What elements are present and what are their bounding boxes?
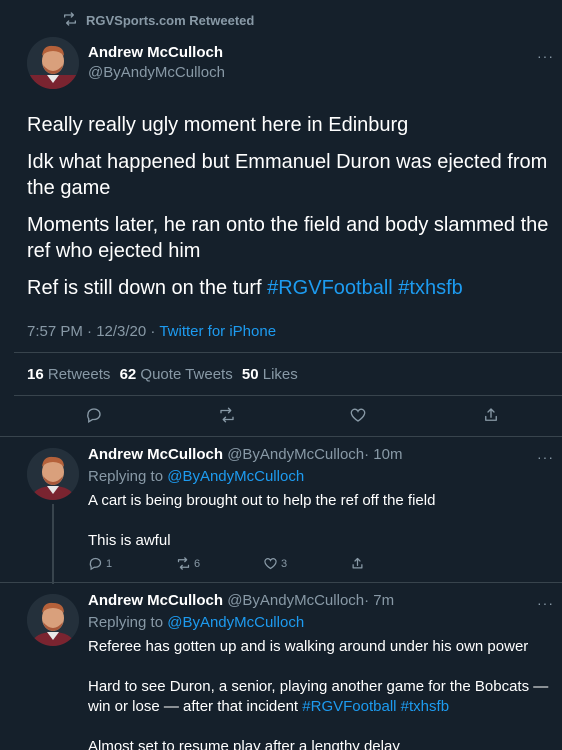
avatar[interactable] [27, 594, 79, 646]
tweet-paragraph: Moments later, he ran onto the field and… [27, 214, 549, 262]
retweet-icon [62, 11, 78, 30]
mention-link[interactable]: @ByAndyMcCulloch [167, 468, 304, 485]
author-name[interactable]: Andrew McCulloch [88, 446, 223, 463]
share-icon [485, 408, 497, 421]
quote-tweets-stat[interactable]: 62 Quote Tweets [120, 366, 233, 383]
reply-header: Andrew McCulloch @ByAndyMcCulloch· 10m [88, 446, 402, 463]
author-handle[interactable]: @ByAndyMcCulloch [227, 446, 364, 463]
retweets-stat[interactable]: 16 Retweets [27, 366, 110, 383]
reply-paragraph: Almost set to resume play after a length… [88, 738, 400, 750]
reply-paragraph: A cart is being brought out to help the … [88, 492, 436, 509]
reply-icon [89, 557, 102, 571]
tweet-paragraph: Ref is still down on the turf #RGVFootba… [27, 275, 559, 301]
tweet-meta: 7:57 PM · 12/3/20 · Twitter for iPhone [27, 323, 276, 340]
thread-line [52, 504, 54, 584]
like-button[interactable] [349, 406, 367, 424]
tweet-paragraph-text: Ref is still down on the turf [27, 277, 268, 299]
author-handle[interactable]: @ByAndyMcCulloch [88, 64, 225, 81]
reply-text: Referee has gotten up and is walking aro… [88, 637, 556, 750]
retweet-header-text: RGVSports.com Retweeted [86, 13, 255, 28]
heart-icon [264, 558, 277, 570]
reply-time[interactable]: · 7m [364, 592, 394, 609]
more-options-icon[interactable]: ··· [537, 596, 554, 610]
hashtag-link[interactable]: #RGVFootball [267, 277, 393, 299]
replying-to: Replying to @ByAndyMcCulloch [88, 614, 305, 631]
retweet-count: 6 [194, 557, 201, 570]
reply-button[interactable]: 1 [88, 556, 112, 571]
divider [14, 352, 562, 353]
retweet-icon [220, 407, 234, 423]
divider [0, 582, 562, 583]
avatar[interactable] [27, 448, 79, 500]
hashtag-link[interactable]: #txhsfb [401, 698, 449, 715]
retweet-button[interactable] [218, 406, 236, 424]
share-button[interactable] [350, 556, 365, 571]
hashtag-link[interactable]: #RGVFootball [302, 698, 396, 715]
reply-text: A cart is being brought out to help the … [88, 491, 556, 571]
divider [0, 436, 562, 437]
author-name[interactable]: Andrew McCulloch [88, 592, 223, 609]
reply-icon [87, 408, 101, 423]
tweet-paragraph: Really really ugly moment here in Edinbu… [27, 114, 409, 136]
share-button[interactable] [482, 406, 500, 424]
reply-paragraph: This is awful [88, 532, 171, 549]
divider [14, 395, 562, 396]
mention-link[interactable]: @ByAndyMcCulloch [167, 614, 304, 631]
replying-to: Replying to @ByAndyMcCulloch [88, 468, 305, 485]
retweet-icon [177, 557, 190, 570]
likes-stat[interactable]: 50 Likes [242, 366, 298, 383]
reply-header: Andrew McCulloch @ByAndyMcCulloch· 7m [88, 592, 394, 609]
reply-count: 1 [106, 557, 113, 570]
more-options-icon[interactable]: ··· [537, 49, 554, 63]
reply-time[interactable]: · 10m [364, 446, 402, 463]
reply-button[interactable] [85, 406, 103, 424]
timestamp[interactable]: 7:57 PM · 12/3/20 · [27, 323, 159, 340]
tweet-text: Really really ugly moment here in Edinbu… [27, 112, 559, 312]
share-icon [352, 557, 363, 569]
like-button[interactable]: 3 [263, 556, 287, 571]
tweet-stats: 16 Retweets 62 Quote Tweets 50 Likes [27, 366, 303, 383]
reply-paragraph: Hard to see Duron, a senior, playing ano… [88, 678, 549, 715]
author-name[interactable]: Andrew McCulloch [88, 44, 223, 61]
tweet-paragraph: Idk what happened but Emmanuel Duron was… [27, 151, 548, 199]
source-link[interactable]: Twitter for iPhone [159, 323, 276, 340]
more-options-icon[interactable]: ··· [537, 450, 554, 464]
author-handle[interactable]: @ByAndyMcCulloch [227, 592, 364, 609]
retweet-button[interactable]: 6 [176, 556, 200, 571]
heart-icon [350, 408, 366, 422]
retweet-header[interactable]: RGVSports.com Retweeted [62, 11, 254, 30]
avatar[interactable] [27, 37, 79, 89]
like-count: 3 [281, 557, 288, 570]
reply-paragraph: Referee has gotten up and is walking aro… [88, 638, 529, 655]
hashtag-link[interactable]: #txhsfb [398, 277, 462, 299]
